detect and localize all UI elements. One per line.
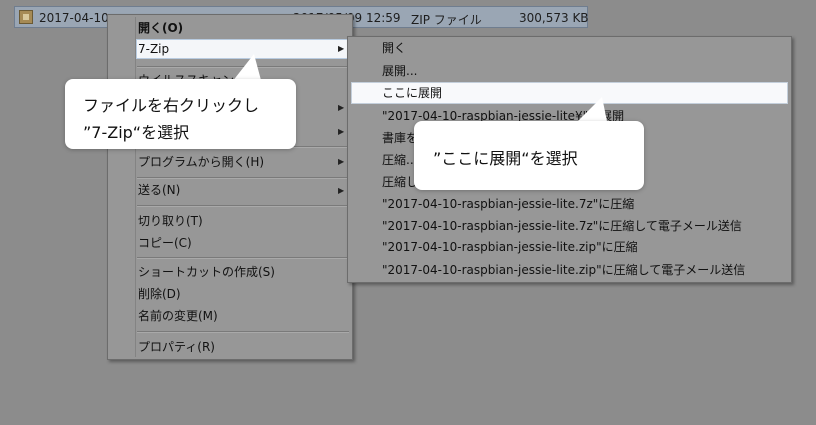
callout-left-line1: ファイルを右クリックし	[83, 96, 260, 115]
callout-left-line2: ”7-Zip“を選択	[83, 123, 190, 142]
callout-extract-here: ”ここに展開“を選択	[414, 121, 644, 190]
callout-left-tail	[232, 54, 608, 126]
callout-right-text: ”ここに展開“を選択	[433, 149, 578, 168]
callout-right-click-7zip: ファイルを右クリックし ”7-Zip“を選択	[65, 79, 296, 149]
